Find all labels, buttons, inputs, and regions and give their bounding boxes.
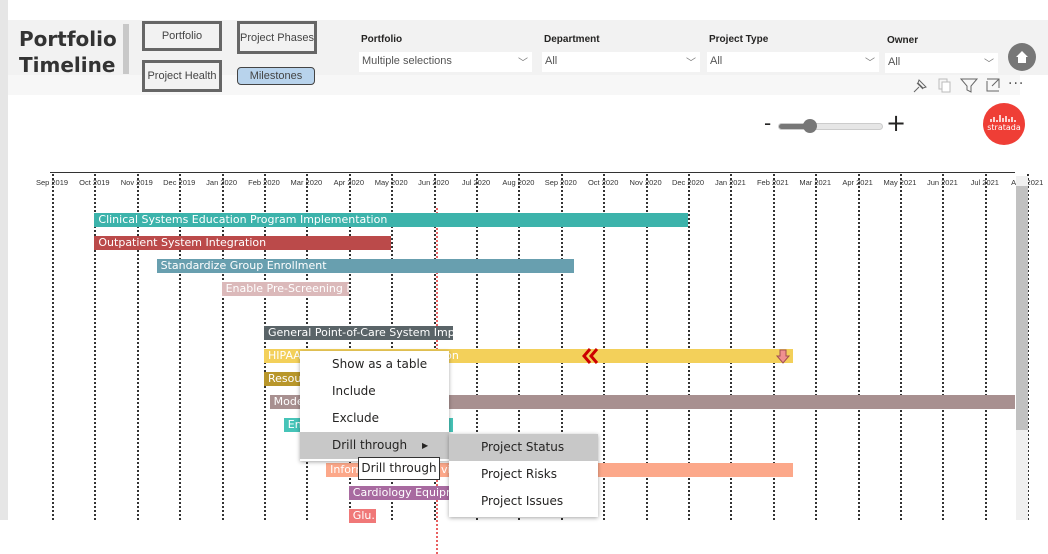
project-label: Enable Pre-Screening M.. — [225, 282, 349, 295]
month-tick-label: Feb 2021 — [756, 178, 789, 187]
month-tick-label: Oct 2020 — [587, 178, 619, 187]
project-bar[interactable]: Enable Pre-Screening M.. — [221, 282, 349, 296]
project-bar[interactable]: Standardize Group Enrollment — [156, 259, 574, 273]
month-tick-label: May 2020 — [374, 178, 408, 187]
month-tick-label: Mar 2020 — [290, 178, 323, 187]
month-tick-label: Oct 2019 — [79, 178, 110, 187]
month-tick-label: Dec 2019 — [163, 178, 196, 187]
month-tick-label: Mar 2021 — [799, 178, 832, 187]
scrollbar[interactable] — [1016, 176, 1028, 520]
project-label: Cardiology Equipme.. — [352, 486, 454, 499]
month-gridline — [857, 174, 860, 520]
milestone-chevrons-icon[interactable] — [582, 348, 600, 364]
project-bar[interactable]: Clinical Systems Education Program Imple… — [94, 213, 688, 227]
tooltip: Drill through — [358, 457, 440, 480]
menu-item-project-status[interactable]: Project Status — [449, 434, 598, 461]
milestone-down-arrow-icon[interactable] — [776, 349, 790, 365]
project-label: Standardize Group Enrollment — [160, 259, 327, 272]
month-gridline — [984, 174, 987, 520]
project-bar[interactable]: Cardiology Equipme.. — [348, 486, 454, 500]
month-tick-label: Jan 2020 — [206, 178, 238, 187]
month-tick-label: Jun 2020 — [418, 178, 450, 187]
month-gridline — [52, 174, 54, 520]
menu-item-project-issues[interactable]: Project Issues — [449, 488, 598, 515]
month-gridline — [900, 174, 902, 520]
month-tick-label: Nov 2020 — [629, 178, 662, 187]
month-gridline — [942, 174, 945, 520]
project-bar[interactable]: General Point-of-Care System Implem.. — [264, 326, 454, 340]
context-menu: Show as a table Include Exclude Drill th… — [300, 351, 449, 461]
project-label: HIPAA — [268, 349, 301, 362]
month-tick-label: Sep 2019 — [35, 178, 69, 187]
month-tick-label: Jun 2021 — [926, 178, 958, 187]
menu-item-include[interactable]: Include — [300, 378, 449, 405]
project-label: General Point-of-Care System Implem.. — [268, 326, 454, 339]
month-tick-label: Jan 2021 — [714, 178, 746, 187]
month-tick-label: Nov 2019 — [120, 178, 153, 187]
project-label: Clinical Systems Education Program Imple… — [98, 213, 388, 226]
chevron-right-icon: ▶ — [422, 441, 429, 450]
menu-item-show-as-table[interactable]: Show as a table — [300, 351, 449, 378]
month-tick-label: Sep 2020 — [544, 178, 577, 187]
drill-through-submenu: Project Status Project Risks Project Iss… — [449, 434, 598, 517]
project-label: Outpatient System Integration — [98, 236, 267, 249]
menu-item-exclude[interactable]: Exclude — [300, 405, 449, 432]
month-tick-label: May 2021 — [883, 178, 917, 187]
month-tick-label: Dec 2020 — [671, 178, 705, 187]
month-tick-label: Apr 2021 — [842, 178, 873, 187]
menu-item-drill-through[interactable]: Drill through ▶ — [300, 432, 449, 459]
project-label: Glu.. — [352, 509, 376, 522]
month-tick-label: Apr 2020 — [333, 178, 365, 187]
project-bar[interactable]: Outpatient System Integration — [94, 236, 392, 250]
month-tick-label: Jul 2021 — [970, 178, 999, 187]
menu-item-project-risks[interactable]: Project Risks — [449, 461, 598, 488]
month-tick-label: Feb 2020 — [248, 178, 280, 187]
month-tick-label: Aug 2020 — [502, 178, 535, 187]
month-tick-label: Jul 2020 — [461, 178, 491, 187]
month-gridline — [815, 174, 818, 520]
project-bar[interactable]: Glu.. — [348, 509, 376, 523]
scrollbar-thumb[interactable] — [1016, 186, 1028, 430]
